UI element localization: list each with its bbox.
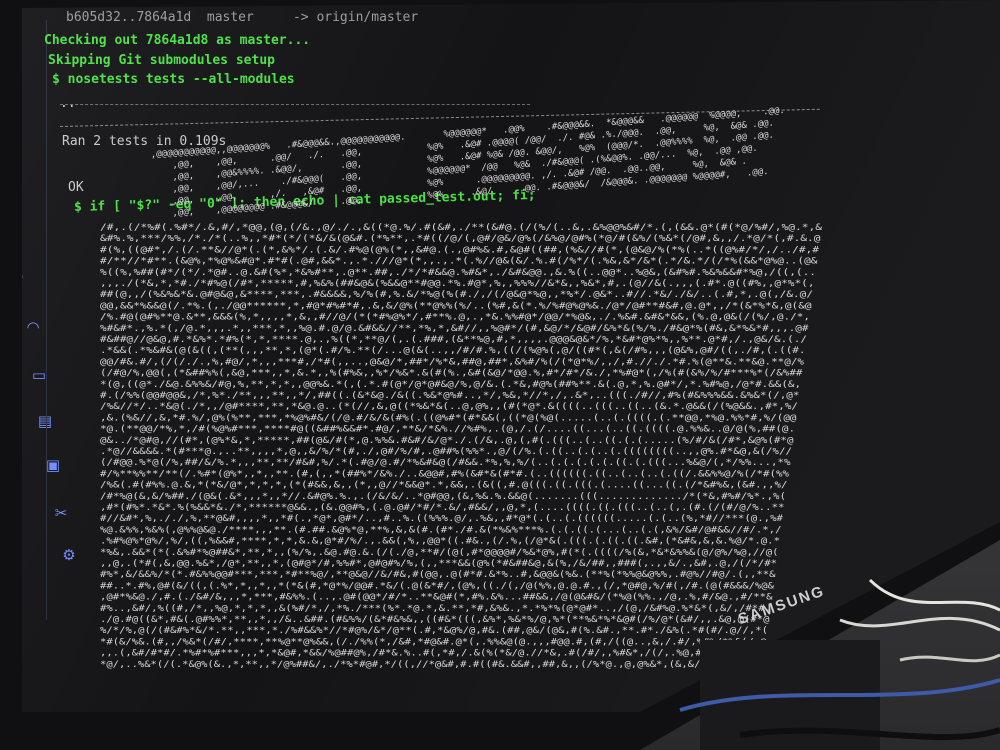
- ascii-art-row: *(@,((@*./&@.&%%&/#@,%,**,*,*,,@@%&.*(,(…: [100, 380, 801, 390]
- desk-cables: [679, 578, 1000, 750]
- ascii-art-row: /%&(.#(#%%.@.&,*(*&/@*,*,*,*,(*(#&&,&,,(…: [100, 481, 788, 491]
- ascii-art-row: /#,.(/*%#(.%#*/.&,#/,*@@,(@,(/&.,@/./.,&…: [100, 223, 822, 233]
- ascii-art-row: %((%,%##(#*/(*/.*@#..@.&#(%*,*&%#**,.@**…: [100, 268, 816, 278]
- test-ok-line: OK: [68, 180, 84, 195]
- ascii-art-row: %#&#*.,%.*(,/@.*,,,.*,,***,*,,%@.#.@/@.&…: [100, 324, 809, 334]
- ascii-art-row: @@,&&*%&&@(/.*%.(,./@@******,*,#@*#%#*#,…: [100, 301, 812, 311]
- ascii-art-row: ,,,./(*&,*,*#./*#%@(/#*,*****,#,%&%(##&@…: [100, 279, 815, 289]
- ascii-art-row: *@.(**@@/*%,*,/#(%@%#***,****#@((&##%&&#…: [100, 425, 795, 435]
- nosetests-command: $ nosetests tests --all-modules: [52, 72, 295, 87]
- ascii-art-row: ##(@,,/(%&%&*&.@#@&@,&****,***,.#&&&&,%/…: [100, 290, 813, 300]
- ascii-art-row: .*&&(.*%&#&(@(&((,(**(,,,**,*,(@*(.#/%.*…: [100, 346, 806, 356]
- ascii-art-row: #(%,((@#*,/.(/.**&//@*(.(*,&%*/.(.&/.#%@…: [100, 245, 820, 255]
- ascii-art-row: /%&//*/..*&@(./*,,/@#****,**,*&@.@..(*(/…: [100, 402, 798, 412]
- ascii-art-row: (/#@/%,@@(,(*&##%%(,&@,***,,*,&.*,,%(#%&…: [100, 369, 803, 379]
- ascii-art-row: (/#@@.%*@(/%,##/&/%.*,,,**,**/#&#,%/.*(.…: [100, 458, 791, 468]
- ascii-art-row: #/%**%%**/**(/.%#*(@%*,,*,,**.(#,(,,*(##…: [100, 469, 790, 479]
- ascii-art-row: ,&.(%&//,&,*#.%/,@%(%**,***,*%@%#&/(/@.#…: [100, 413, 797, 423]
- ascii-art-row: @&../*@#@,//(#*,(@%*&,*,*****,##(@&/#(*,…: [100, 436, 794, 446]
- ascii-art-row: .*@//&&&&.*(#***@.,..**,,,,*,@,,&/%/*(#,…: [100, 447, 792, 457]
- ascii-art-row: #&##@//@&@,#.*&%*.*#%(*,*,****.@,.,%((*,…: [100, 335, 807, 345]
- checkout-line: Checking out 7864a1d8 as master...: [44, 33, 311, 48]
- ascii-art-row: #//&#*,%,././,%,**@&#,,,,*,,*#(.,*@*,@#*…: [100, 514, 784, 524]
- ascii-art-row: &#%.%,***/%%,/*./*(..%,,*#*(*/(*&/&(@&#.…: [100, 234, 821, 244]
- ascii-art-row: /#*%@(&,&/%##./(@&(.&*,,,*,,*//.&#@%.%.,…: [100, 492, 786, 502]
- ascii-art-row: %@.&%%,%&%(,@%%@&@./****,,,**.(#.##.&@%*…: [100, 525, 781, 535]
- git-fetch-line: b605d32..7864a1d master -> origin/master: [66, 10, 419, 25]
- ascii-art-row: .%#%@%*@%/,%/,((,%&&#,****,*,*,&.&,@*#/%…: [100, 537, 780, 547]
- submodules-line: Skipping Git submodules setup: [48, 53, 275, 68]
- ascii-art-row: *%&,.&&*(*(.&%#*%@##&*,**,*,,(%/%,.&@.#@…: [100, 548, 779, 558]
- ascii-art-row: #/**//*#**.(&@%,*%@%&#@*.#*#(.@#,&&*.,.*…: [100, 257, 818, 267]
- ascii-art-row: @@/#&.#/,(/(/./.,%,#@/,*,,,***#,/*#(,,..…: [100, 357, 805, 367]
- ascii-art-row: #.(/%%(@@#@@&,/*,%*./**,,,**,,*/,##((.(&…: [100, 391, 800, 401]
- ascii-art-row: /%.#@(@#%**@.&**,&&&(%,*,,,,*,&,,#//@/(*…: [100, 313, 810, 323]
- separator-rule-short: [60, 104, 530, 106]
- ascii-art-row: ,#*(#%*.*&*.%(%&&*&./*,******@&&.,(&.@@#…: [100, 503, 785, 513]
